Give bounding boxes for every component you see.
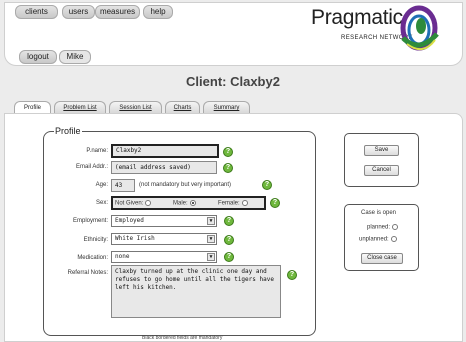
profile-legend: Profile [54,126,82,136]
email-input[interactable]: (email address saved) [111,161,217,174]
case-unplanned-label: unplanned: [359,236,389,243]
nav-users-button[interactable]: users [62,5,95,19]
pname-label: P.name: [86,148,108,154]
medication-select[interactable]: none ▼ [111,251,217,263]
ethnicity-select[interactable]: White Irish ▼ [111,233,217,245]
case-status: Case is open [361,210,397,216]
help-email-icon[interactable]: ? [223,163,233,173]
help-referral-icon[interactable]: ? [287,270,297,280]
chevron-down-icon: ▼ [207,253,215,261]
close-case-button[interactable]: Close case [361,253,403,264]
case-planned-radio[interactable] [392,224,399,230]
mandatory-note: Black bordered fields are mandatory [142,335,223,341]
header-bar: clients users measures help logout Mike … [4,2,463,66]
help-sex-icon[interactable]: ? [270,198,280,208]
referral-notes-textarea[interactable]: Claxby turned up at the clinic one day a… [111,265,281,318]
sex-label: Sex: [95,200,108,206]
help-employment-icon[interactable]: ? [224,216,234,226]
sex-radio-group: Not Given: Male: Female: [111,196,266,210]
logo-title: Pragmatic [311,6,403,29]
sex-option-male: Male: [173,200,188,207]
nav-help-button[interactable]: help [143,5,173,19]
medication-value: none [115,253,130,260]
case-unplanned-option: unplanned: [359,236,397,243]
referral-label: Referral Notes: [67,270,108,276]
ethnicity-value: White Irish [115,235,155,242]
chevron-down-icon: ▼ [207,235,215,243]
case-unplanned-radio[interactable] [390,236,397,242]
page-title: Client: Claxby2 [186,74,280,89]
pname-input[interactable]: Claxby2 [111,144,219,158]
age-input[interactable]: 43 [111,179,135,192]
employment-value: Employed [115,217,144,224]
help-ethnicity-icon[interactable]: ? [224,235,234,245]
employment-select[interactable]: Employed ▼ [111,215,217,227]
help-medication-icon[interactable]: ? [224,252,234,262]
logo-swirl-icon [400,5,439,51]
sex-male-radio[interactable] [189,200,196,206]
sex-not-given-radio[interactable] [145,200,152,206]
case-planned-label: planned: [367,224,391,231]
employment-label: Employment: [72,218,108,224]
sex-option-not-given: Not Given: [115,200,144,207]
age-label: Age: [95,182,108,188]
medication-label: Medication: [77,255,108,261]
cancel-button[interactable]: Cancel [364,165,399,176]
age-note: (not mandatory but very important) [139,182,232,188]
email-label: Email Addr.: [75,164,108,170]
ethnicity-label: Ethnicity: [83,237,108,243]
case-planned-option: planned: [367,224,399,231]
help-age-icon[interactable]: ? [262,180,272,190]
sex-option-female: Female: [218,200,240,207]
actions-box [344,133,419,187]
nav-clients-button[interactable]: clients [15,5,58,19]
nav-measures-button[interactable]: measures [95,5,140,19]
save-button[interactable]: Save [364,145,399,156]
chevron-down-icon: ▼ [207,217,215,225]
sex-female-radio[interactable] [241,200,248,206]
help-pname-icon[interactable]: ? [223,147,233,157]
current-user-label: Mike [59,50,91,64]
logout-button[interactable]: logout [19,50,57,64]
